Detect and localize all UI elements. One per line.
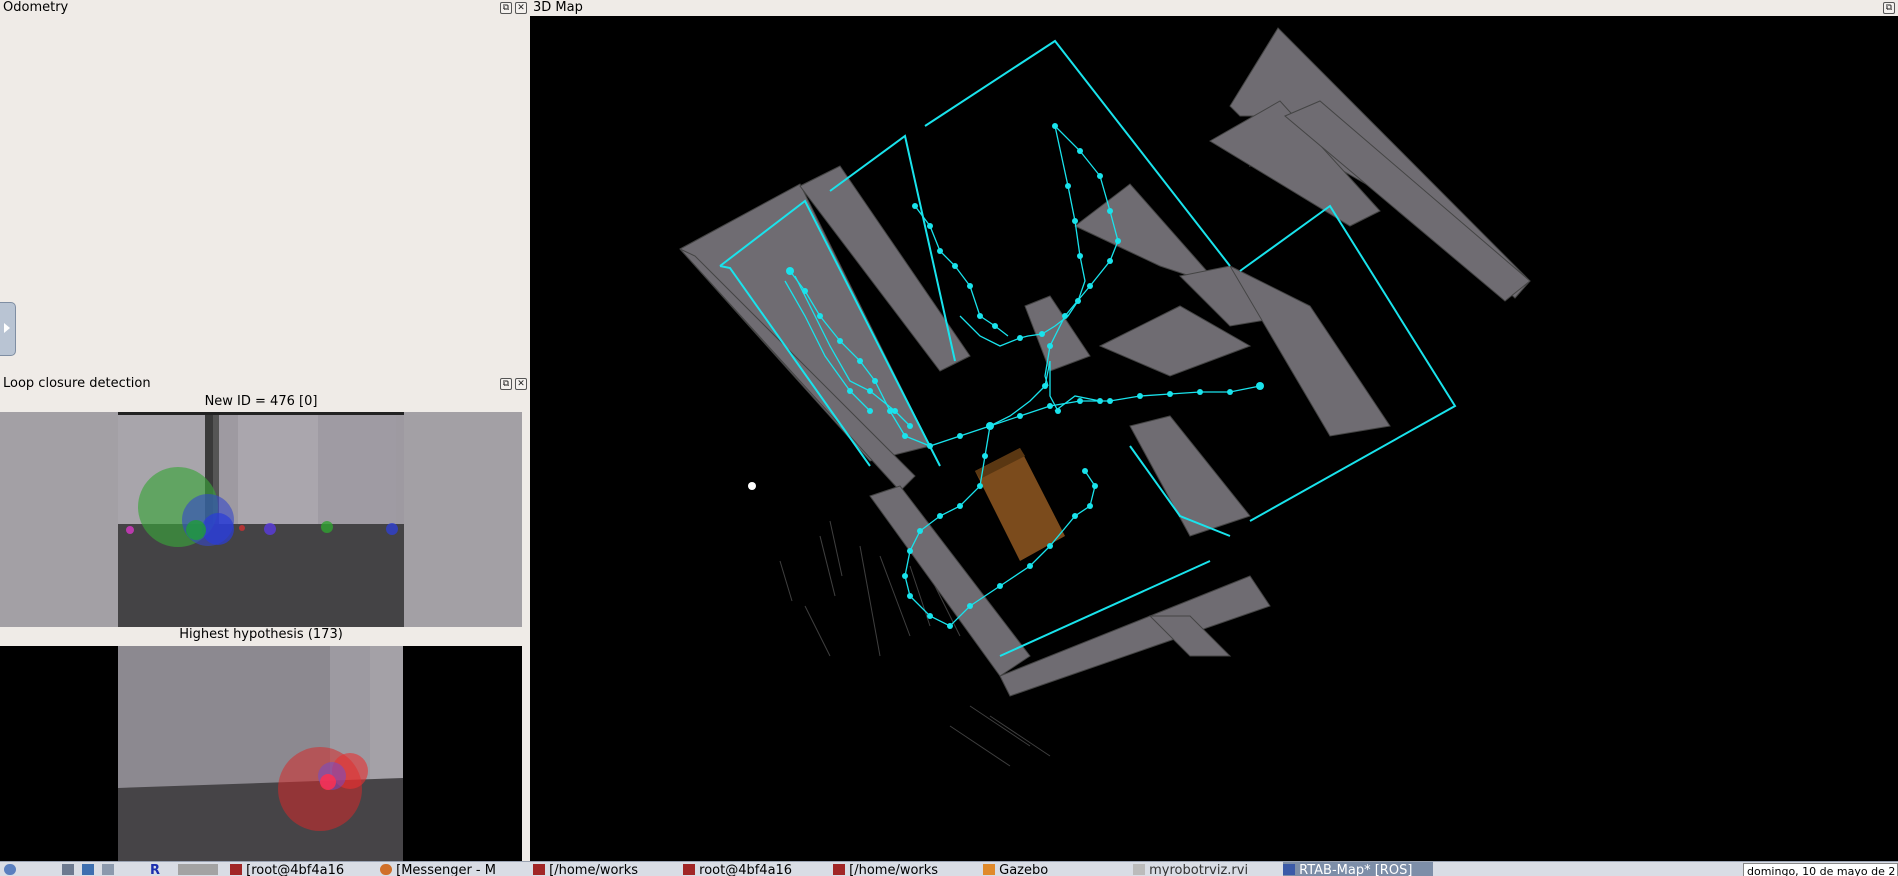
workspace-switcher[interactable] (178, 864, 218, 875)
new-image-graphic (0, 412, 522, 627)
3d-map-panel[interactable]: 3D Map ⧉ (530, 0, 1898, 861)
3d-map-titlebar: 3D Map ⧉ (530, 0, 1898, 16)
3d-map-title: 3D Map (533, 0, 583, 15)
new-image-view (0, 412, 522, 627)
float-icon[interactable]: ⧉ (500, 2, 512, 14)
window-icon[interactable] (102, 864, 114, 875)
taskbar: R [root@4bf4a16 [Messenger - M [/home/wo… (0, 861, 1898, 876)
odometry-panel: Odometry ⧉ ✕ (0, 0, 530, 376)
mouse-cursor-icon (748, 482, 756, 490)
loop-closure-panel: Loop closure detection ⧉ ✕ New ID = 476 … (0, 376, 530, 861)
taskbar-item[interactable]: [/home/works (833, 862, 983, 876)
loop-closure-title: Loop closure detection (3, 376, 151, 391)
taskbar-item[interactable]: Gazebo (983, 862, 1113, 876)
terminal-icon (683, 864, 695, 875)
clock[interactable]: domingo, 10 de mayo de 2 (1743, 863, 1898, 876)
terminal-icon (833, 864, 845, 875)
float-icon[interactable]: ⧉ (500, 378, 512, 390)
taskbar-item-active[interactable]: RTAB-Map* [ROS] (1283, 862, 1433, 876)
toolbar-expand-handle[interactable] (0, 302, 16, 356)
terminal-icon (533, 864, 545, 875)
rstudio-icon[interactable]: R (150, 864, 162, 876)
new-id-label: New ID = 476 [0] (204, 394, 318, 409)
rviz-icon (1133, 864, 1145, 875)
hypothesis-image-view (0, 646, 522, 861)
float-icon[interactable]: ⧉ (1883, 2, 1895, 14)
taskbar-item[interactable]: myrobotrviz.rvi (1133, 862, 1283, 876)
close-icon[interactable]: ✕ (515, 378, 527, 390)
gazebo-icon (983, 864, 995, 875)
loop-closure-titlebar: Loop closure detection ⧉ ✕ (0, 376, 530, 392)
3d-map-view[interactable] (530, 16, 1898, 861)
rtabmap-icon (1283, 864, 1295, 875)
show-desktop-icon[interactable] (62, 864, 74, 875)
file-manager-icon[interactable] (82, 864, 94, 875)
taskbar-item[interactable]: [/home/works (533, 862, 663, 876)
expand-arrow-icon (4, 323, 10, 333)
taskbar-item[interactable]: [root@4bf4a16 (230, 862, 370, 876)
taskbar-item[interactable]: root@4bf4a16 (683, 862, 813, 876)
odometry-title: Odometry (3, 0, 69, 15)
taskbar-item[interactable]: [Messenger - M (380, 862, 510, 876)
terminal-icon (230, 864, 242, 875)
hypothesis-image-graphic (0, 646, 522, 861)
hypothesis-label: Highest hypothesis (173) (179, 627, 343, 642)
odometry-titlebar: Odometry ⧉ ✕ (0, 0, 530, 16)
firefox-icon (380, 864, 392, 875)
start-menu-icon[interactable] (4, 864, 16, 875)
close-icon[interactable]: ✕ (515, 2, 527, 14)
